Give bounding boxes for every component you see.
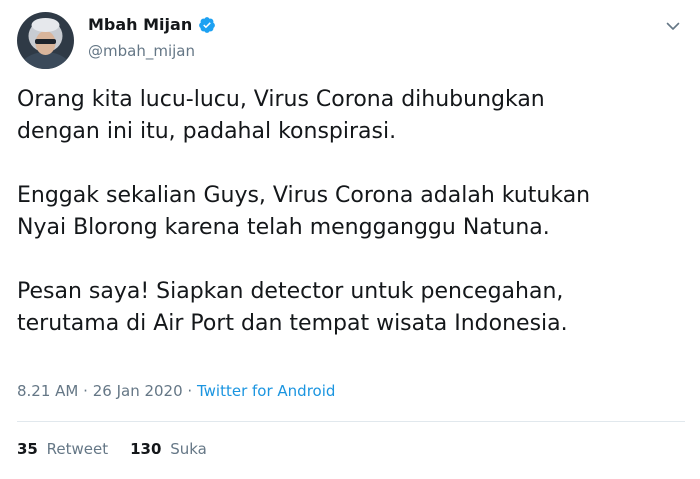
engagement-stats: 35 Retweet 130 Suka	[17, 440, 207, 458]
retweet-count: 35	[17, 440, 38, 458]
tweet-source-link[interactable]: Twitter for Android	[197, 382, 335, 400]
tweet-paragraph: Orang kita lucu-lucu, Virus Corona dihub…	[17, 87, 545, 144]
meta-separator: ·	[83, 382, 88, 400]
tweet-metadata: 8.21 AM · 26 Jan 2020 · Twitter for Andr…	[17, 382, 335, 400]
tweet-paragraph: Pesan saya! Siapkan detector untuk pence…	[17, 279, 568, 336]
like-stat[interactable]: 130 Suka	[130, 440, 207, 458]
tweet-date[interactable]: 26 Jan 2020	[93, 382, 183, 400]
author-name[interactable]: Mbah Mijan	[88, 15, 192, 34]
author-handle[interactable]: @mbah_mijan	[88, 42, 195, 60]
meta-separator: ·	[187, 382, 193, 400]
chevron-down-icon[interactable]	[664, 17, 682, 35]
author-name-row: Mbah Mijan	[88, 15, 216, 34]
like-count: 130	[130, 440, 162, 458]
tweet-text: Orang kita lucu-lucu, Virus Corona dihub…	[17, 84, 687, 340]
retweet-stat[interactable]: 35 Retweet	[17, 440, 108, 458]
retweet-label: Retweet	[46, 440, 109, 458]
tweet-paragraph: Enggak sekalian Guys, Virus Corona adala…	[17, 183, 591, 240]
tweet-card: Mbah Mijan @mbah_mijan Orang kita lucu-l…	[0, 0, 700, 479]
avatar[interactable]	[17, 12, 74, 69]
avatar-image	[17, 12, 74, 69]
verified-badge-icon	[198, 16, 216, 34]
tweet-time[interactable]: 8.21 AM	[17, 382, 78, 400]
like-label: Suka	[170, 440, 207, 458]
divider	[17, 421, 685, 422]
